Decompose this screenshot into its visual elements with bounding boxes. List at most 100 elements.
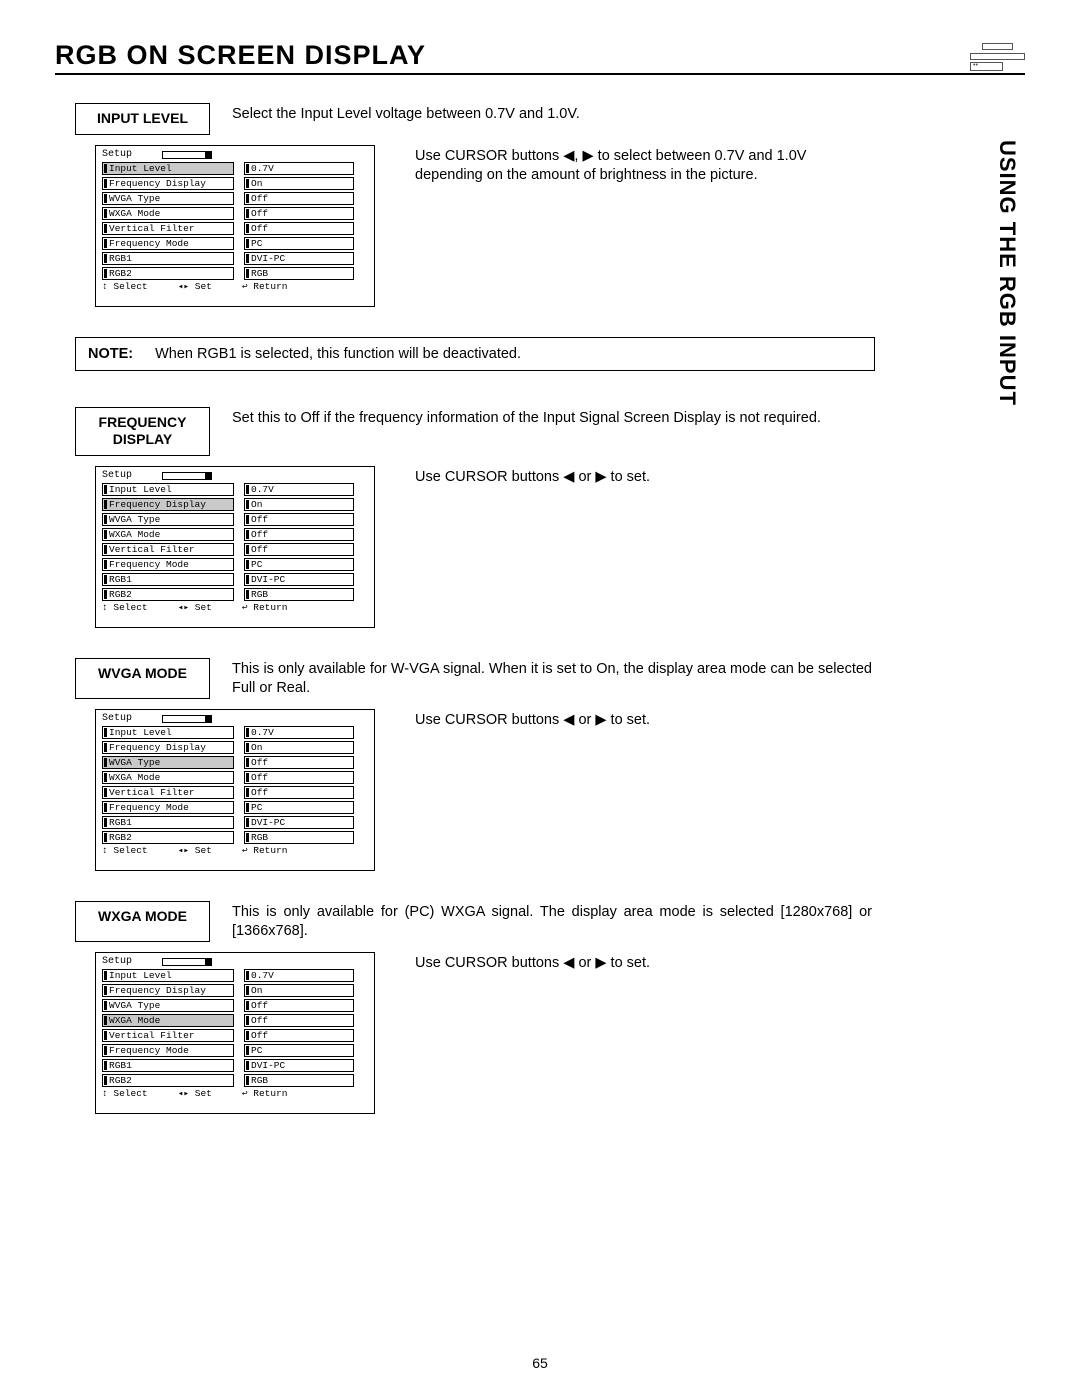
setup-row-value: DVI-PC (244, 573, 354, 587)
section-description: This is only available for (PC) WXGA sig… (232, 901, 872, 942)
section-description: Set this to Off if the frequency informa… (232, 407, 821, 456)
setup-row-value: DVI-PC (244, 252, 354, 266)
setup-row: Input Level 0.7V (102, 483, 368, 497)
setup-row-value: On (244, 177, 354, 191)
setup-row-label: Input Level (102, 969, 234, 983)
setup-row: RGB1 DVI-PC (102, 252, 368, 266)
setup-footer: ↕ Select◂▸ Set↩ Return (102, 1089, 368, 1099)
setup-row: Frequency Display On (102, 741, 368, 755)
setup-row: WVGA Type Off (102, 192, 368, 206)
setup-row: WVGA TypeOff (102, 513, 368, 527)
setup-row-value: 0.7V (244, 726, 354, 740)
setup-footer-set: ◂▸ Set (178, 1089, 212, 1099)
setup-row-label: WXGA Mode (102, 1014, 234, 1028)
setup-row-value: Off (244, 513, 354, 527)
page-number: 65 (0, 1355, 1080, 1371)
section-instruction: Use CURSOR buttons ◀ or ▶ to set. (415, 466, 650, 628)
setup-row: WVGA Type Off (102, 999, 368, 1013)
setup-footer: ↕ Select◂▸ Set↩ Return (102, 282, 368, 292)
setup-row-label: Frequency Mode (102, 558, 234, 572)
setup-row-label: Frequency Display (102, 741, 234, 755)
setup-row-label: Vertical Filter (102, 222, 234, 236)
setup-row: Frequency Mode PC (102, 1044, 368, 1058)
setup-row-label: Frequency Mode (102, 237, 234, 251)
setup-row-label: RGB1 (102, 252, 234, 266)
section: INPUT LEVEL Select the Input Level voltag… (55, 103, 1025, 307)
section-instruction: Use CURSOR buttons ◀ or ▶ to set. (415, 952, 650, 1114)
setup-progress-icon (162, 151, 212, 159)
setup-footer-select: ↕ Select (102, 1089, 148, 1099)
setup-row-value: Off (244, 999, 354, 1013)
setup-row-label: Vertical Filter (102, 786, 234, 800)
setup-row-value: PC (244, 1044, 354, 1058)
setup-row: Vertical Filter Off (102, 543, 368, 557)
setup-row-value: Off (244, 543, 354, 557)
setup-row-value: Off (244, 786, 354, 800)
section-body: SetupInput Level0.7VFrequency DisplayOnW… (95, 145, 1025, 307)
section-label: INPUT LEVEL (75, 103, 210, 135)
setup-row-label: RGB1 (102, 1059, 234, 1073)
setup-row-value: 0.7V (244, 162, 354, 176)
setup-row-value: PC (244, 558, 354, 572)
setup-footer-return: ↩ Return (242, 846, 288, 856)
setup-row-label: Frequency Mode (102, 801, 234, 815)
tv-icon (970, 43, 1025, 71)
setup-row-label: Input Level (102, 162, 234, 176)
manual-page: RGB ON SCREEN DISPLAY USING THE RGB INPU… (0, 0, 1080, 1397)
setup-footer-set: ◂▸ Set (178, 603, 212, 613)
setup-row: Frequency Mode PC (102, 558, 368, 572)
setup-row-value: On (244, 984, 354, 998)
setup-row-label: Input Level (102, 483, 234, 497)
section-label: WXGA MODE (75, 901, 210, 942)
section: WXGA MODE This is only available for (PC)… (55, 901, 1025, 1114)
setup-footer: ↕ Select ◂▸ Set ↩ Return (102, 846, 368, 856)
note-label: NOTE: (88, 346, 133, 362)
setup-row: WXGA ModeOff (102, 1014, 368, 1028)
setup-row: WVGA Type Off (102, 756, 368, 770)
setup-row-value: RGB (244, 588, 354, 602)
setup-row-label: Frequency Mode (102, 1044, 234, 1058)
setup-heading: Setup (102, 471, 132, 481)
setup-row-value: 0.7V (244, 483, 354, 497)
setup-row-label: Frequency Display (102, 177, 234, 191)
section-label: FREQUENCYDISPLAY (75, 407, 210, 456)
note-text: When RGB1 is selected, this function wil… (155, 346, 521, 362)
setup-row: RGB2RGB (102, 1074, 368, 1088)
setup-row-value: Off (244, 1029, 354, 1043)
setup-row-label: WXGA Mode (102, 771, 234, 785)
setup-row-value: PC (244, 801, 354, 815)
setup-row-label: WVGA Type (102, 999, 234, 1013)
setup-row-value: Off (244, 771, 354, 785)
setup-row-value: Off (244, 207, 354, 221)
setup-row: Vertical Filter Off (102, 786, 368, 800)
setup-menu: SetupInput Level0.7VFrequency DisplayOnW… (95, 145, 375, 307)
setup-menu: Setup Input Level 0.7VFrequency DisplayOnW… (95, 466, 375, 628)
section-body: SetupInput Level0.7VFrequency DisplayOnW… (95, 952, 1025, 1114)
title-row: RGB ON SCREEN DISPLAY (55, 40, 1025, 75)
setup-row-label: Vertical Filter (102, 543, 234, 557)
setup-row: Frequency DisplayOn (102, 498, 368, 512)
setup-row-value: DVI-PC (244, 1059, 354, 1073)
section-body: SetupInput Level0.7VFrequency DisplayOnW… (95, 709, 1025, 871)
setup-row-value: Off (244, 756, 354, 770)
section: FREQUENCYDISPLAY Set this to Off if the f… (55, 407, 1025, 628)
section-description: Select the Input Level voltage between 0… (232, 103, 580, 135)
setup-row: RGB1 DVI-PC (102, 1059, 368, 1073)
setup-heading: Setup (102, 150, 132, 160)
setup-heading: Setup (102, 957, 132, 967)
setup-footer-select: ↕ Select (102, 603, 148, 613)
setup-footer-select: ↕ Select (102, 846, 148, 856)
setup-row-label: Input Level (102, 726, 234, 740)
setup-footer-select: ↕ Select (102, 282, 148, 292)
setup-menu: SetupInput Level0.7VFrequency DisplayOnW… (95, 709, 375, 871)
setup-row-label: Frequency Display (102, 498, 234, 512)
setup-row-value: Off (244, 192, 354, 206)
setup-row: Frequency Display On (102, 177, 368, 191)
setup-row: Input Level 0.7V (102, 726, 368, 740)
setup-footer-set: ◂▸ Set (178, 846, 212, 856)
setup-row-label: WVGA Type (102, 756, 234, 770)
setup-row: RGB2RGB (102, 588, 368, 602)
setup-row-value: On (244, 741, 354, 755)
setup-row: Frequency ModePC (102, 237, 368, 251)
setup-row-label: WVGA Type (102, 192, 234, 206)
